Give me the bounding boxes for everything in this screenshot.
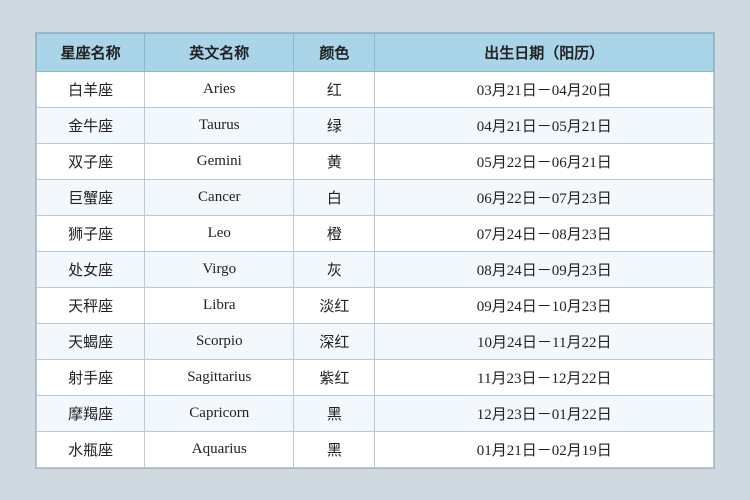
cell-color: 红 bbox=[294, 71, 375, 107]
cell-date: 03月21日－04月20日 bbox=[375, 71, 714, 107]
cell-chinese: 摩羯座 bbox=[37, 395, 145, 431]
cell-date: 04月21日－05月21日 bbox=[375, 107, 714, 143]
header-date: 出生日期（阳历） bbox=[375, 33, 714, 71]
cell-english: Sagittarius bbox=[145, 359, 294, 395]
cell-chinese: 巨蟹座 bbox=[37, 179, 145, 215]
cell-date: 07月24日－08月23日 bbox=[375, 215, 714, 251]
table-row: 狮子座Leo橙07月24日－08月23日 bbox=[37, 215, 714, 251]
zodiac-table: 星座名称 英文名称 颜色 出生日期（阳历） 白羊座Aries红03月21日－04… bbox=[36, 33, 714, 468]
cell-english: Gemini bbox=[145, 143, 294, 179]
cell-chinese: 金牛座 bbox=[37, 107, 145, 143]
cell-date: 12月23日－01月22日 bbox=[375, 395, 714, 431]
cell-english: Libra bbox=[145, 287, 294, 323]
table-row: 金牛座Taurus绿04月21日－05月21日 bbox=[37, 107, 714, 143]
cell-date: 05月22日－06月21日 bbox=[375, 143, 714, 179]
cell-date: 09月24日－10月23日 bbox=[375, 287, 714, 323]
cell-color: 橙 bbox=[294, 215, 375, 251]
cell-chinese: 射手座 bbox=[37, 359, 145, 395]
table-row: 巨蟹座Cancer白06月22日－07月23日 bbox=[37, 179, 714, 215]
table-row: 处女座Virgo灰08月24日－09月23日 bbox=[37, 251, 714, 287]
cell-english: Cancer bbox=[145, 179, 294, 215]
cell-english: Aquarius bbox=[145, 431, 294, 467]
cell-color: 白 bbox=[294, 179, 375, 215]
cell-chinese: 白羊座 bbox=[37, 71, 145, 107]
cell-date: 06月22日－07月23日 bbox=[375, 179, 714, 215]
cell-chinese: 处女座 bbox=[37, 251, 145, 287]
header-color: 颜色 bbox=[294, 33, 375, 71]
header-english: 英文名称 bbox=[145, 33, 294, 71]
cell-color: 黄 bbox=[294, 143, 375, 179]
header-chinese: 星座名称 bbox=[37, 33, 145, 71]
table-row: 双子座Gemini黄05月22日－06月21日 bbox=[37, 143, 714, 179]
cell-date: 01月21日－02月19日 bbox=[375, 431, 714, 467]
table-row: 射手座Sagittarius紫红11月23日－12月22日 bbox=[37, 359, 714, 395]
cell-color: 深红 bbox=[294, 323, 375, 359]
cell-english: Scorpio bbox=[145, 323, 294, 359]
cell-date: 08月24日－09月23日 bbox=[375, 251, 714, 287]
cell-english: Taurus bbox=[145, 107, 294, 143]
table-row: 天秤座Libra淡红09月24日－10月23日 bbox=[37, 287, 714, 323]
cell-chinese: 双子座 bbox=[37, 143, 145, 179]
cell-color: 灰 bbox=[294, 251, 375, 287]
table-header-row: 星座名称 英文名称 颜色 出生日期（阳历） bbox=[37, 33, 714, 71]
table-body: 白羊座Aries红03月21日－04月20日金牛座Taurus绿04月21日－0… bbox=[37, 71, 714, 467]
cell-english: Aries bbox=[145, 71, 294, 107]
cell-chinese: 天秤座 bbox=[37, 287, 145, 323]
cell-color: 黑 bbox=[294, 395, 375, 431]
cell-chinese: 天蝎座 bbox=[37, 323, 145, 359]
cell-english: Virgo bbox=[145, 251, 294, 287]
table-row: 天蝎座Scorpio深红10月24日－11月22日 bbox=[37, 323, 714, 359]
cell-date: 10月24日－11月22日 bbox=[375, 323, 714, 359]
table-row: 水瓶座Aquarius黑01月21日－02月19日 bbox=[37, 431, 714, 467]
cell-english: Leo bbox=[145, 215, 294, 251]
cell-date: 11月23日－12月22日 bbox=[375, 359, 714, 395]
cell-color: 黑 bbox=[294, 431, 375, 467]
cell-color: 紫红 bbox=[294, 359, 375, 395]
table-row: 摩羯座Capricorn黑12月23日－01月22日 bbox=[37, 395, 714, 431]
table-row: 白羊座Aries红03月21日－04月20日 bbox=[37, 71, 714, 107]
cell-color: 绿 bbox=[294, 107, 375, 143]
cell-chinese: 水瓶座 bbox=[37, 431, 145, 467]
zodiac-table-container: 星座名称 英文名称 颜色 出生日期（阳历） 白羊座Aries红03月21日－04… bbox=[35, 32, 715, 469]
cell-chinese: 狮子座 bbox=[37, 215, 145, 251]
cell-color: 淡红 bbox=[294, 287, 375, 323]
cell-english: Capricorn bbox=[145, 395, 294, 431]
